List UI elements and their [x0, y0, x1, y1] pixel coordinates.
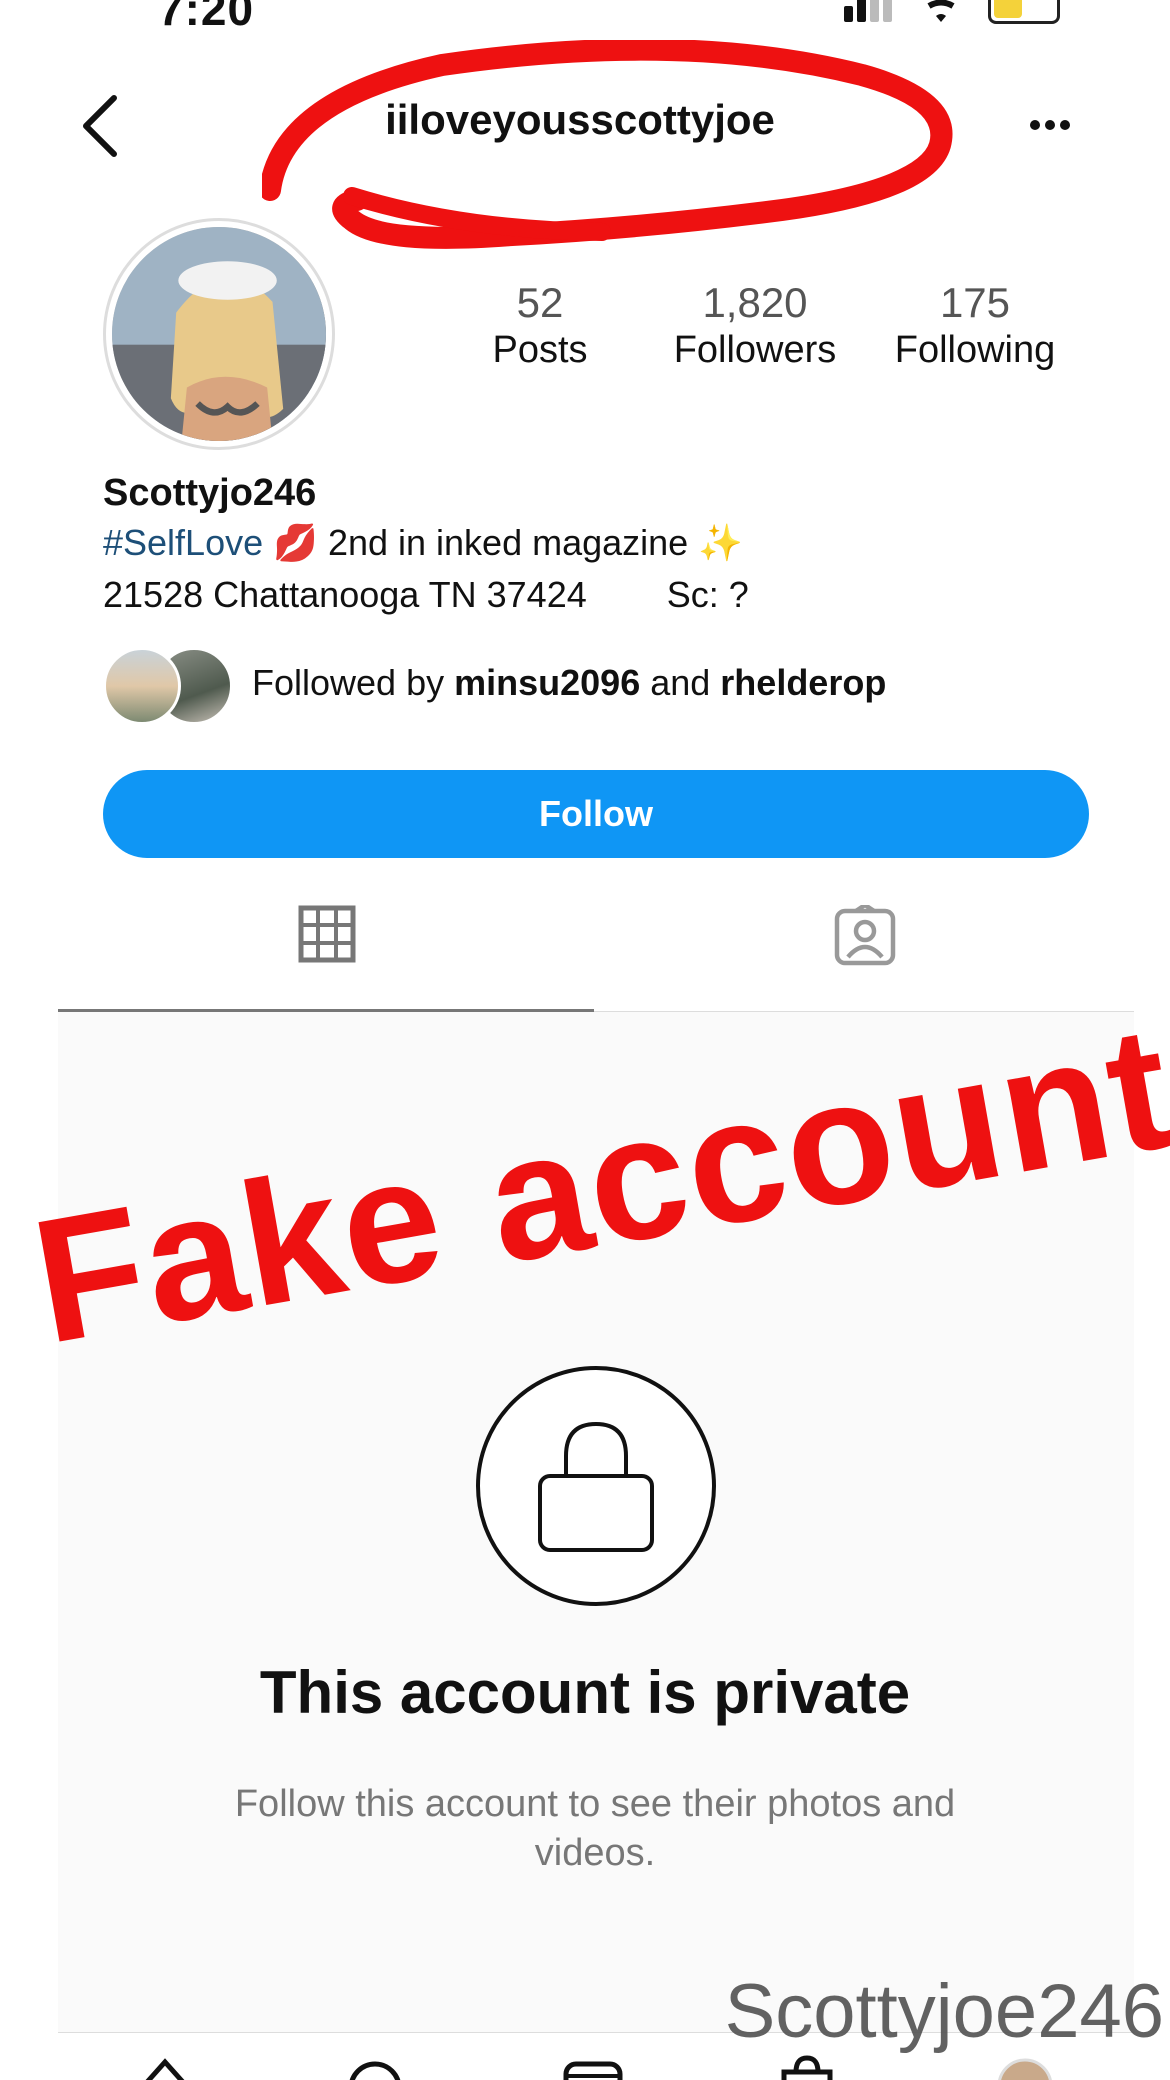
mutual-avatar-1 [103, 647, 181, 725]
nav-search[interactable] [340, 2050, 410, 2080]
stat-followers[interactable]: 1,820 Followers [660, 279, 850, 376]
mutual-user-1-link[interactable]: minsu2096 [454, 662, 640, 703]
chevron-left-icon [83, 95, 117, 157]
profile-username: iiloveyousscottyjoe [385, 96, 775, 143]
stat-following[interactable]: 175 Following [880, 279, 1070, 376]
tab-tagged[interactable] [834, 902, 896, 972]
followed-by-prefix: Followed by [252, 662, 455, 703]
wifi-icon [927, 0, 955, 22]
red-circle-annotation [262, 40, 953, 249]
more-horizontal-icon [1030, 120, 1070, 130]
signal-icon [844, 0, 892, 22]
home-icon [145, 2058, 185, 2080]
nav-shop[interactable] [772, 2050, 842, 2080]
nav-home[interactable] [130, 2050, 200, 2080]
bio-line-2: 21528 Chattanooga TN 37424 Sc: ? [103, 574, 749, 615]
stat-followers-number: 1,820 [702, 279, 808, 326]
bottom-nav [0, 2050, 1170, 2080]
shop-icon [781, 2055, 833, 2080]
bio-hashtag-link[interactable]: #SelfLove [103, 522, 263, 563]
mutual-followers-avatars[interactable] [103, 647, 233, 727]
tab-posts-grid[interactable] [298, 905, 356, 968]
follow-button[interactable]: Follow [103, 770, 1089, 858]
private-subtitle: Follow this account to see their photos … [234, 1783, 956, 1875]
profile-avatar-icon [998, 2058, 1052, 2080]
stat-followers-label: Followers [673, 329, 837, 372]
bio-line-1-text: 💋 2nd in inked magazine ✨ [263, 522, 744, 563]
display-name: Scottyjo246 [103, 472, 317, 514]
followed-by-text: Followed by minsu2096 and rhelderop [252, 662, 886, 704]
reels-icon [563, 2061, 623, 2080]
stat-following-number: 175 [939, 279, 1011, 326]
stat-following-label: Following [894, 329, 1056, 372]
lock-icon [476, 1366, 716, 1606]
status-time: 7:20 [158, 0, 255, 35]
nav-reels[interactable] [558, 2050, 628, 2080]
status-icons [842, 0, 1060, 24]
stat-posts-label: Posts [492, 329, 588, 372]
nav-profile[interactable] [990, 2050, 1060, 2080]
mutual-user-2-link[interactable]: rhelderop [720, 662, 886, 703]
bio-line-1: #SelfLove 💋 2nd in inked magazine ✨ [103, 522, 743, 564]
profile-avatar[interactable] [103, 218, 335, 450]
search-icon [349, 2061, 401, 2080]
stat-posts[interactable]: 52 Posts [470, 279, 610, 376]
watermark: Scottyjoe246 [724, 1969, 1164, 2054]
avatar-photo [112, 227, 326, 441]
grid-icon [298, 905, 356, 963]
stat-posts-number: 52 [516, 279, 564, 326]
private-title: This account is private [259, 1659, 911, 1726]
followed-by-joiner: and [640, 662, 721, 703]
back-button[interactable] [72, 90, 132, 160]
tagged-person-icon [834, 902, 896, 966]
battery-icon [988, 0, 1060, 24]
more-options-button[interactable] [1020, 110, 1080, 140]
